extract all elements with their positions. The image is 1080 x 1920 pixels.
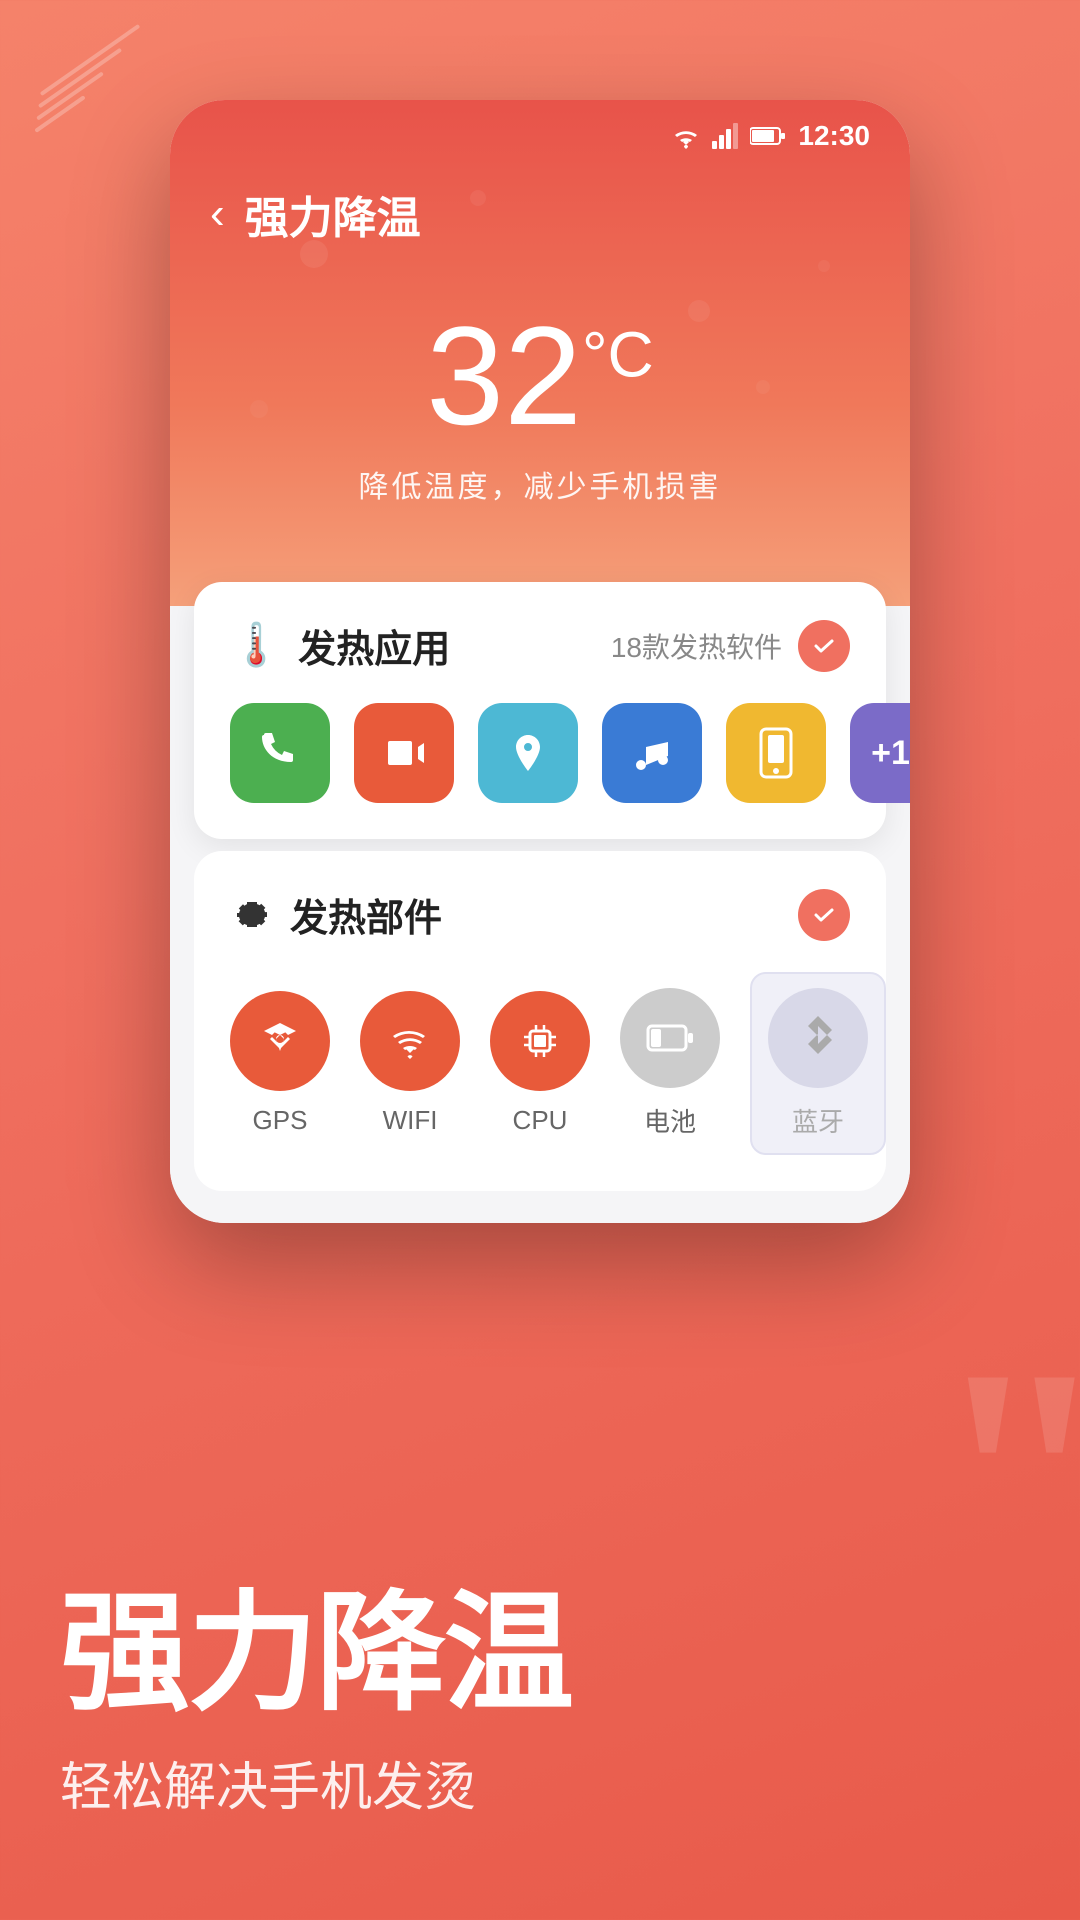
app-icon-phone2[interactable]	[726, 703, 826, 803]
gps-icon	[258, 1019, 302, 1063]
page-title: 强力降温	[245, 182, 421, 246]
wifi-component-icon	[385, 1021, 435, 1061]
music-icon	[630, 731, 674, 775]
bluetooth-icon	[798, 1012, 838, 1064]
phone-screen: 12:30 ‹ 强力降温 32°C 降低温度，减少手机损害 🌡️	[170, 100, 910, 1223]
app-icon-video[interactable]	[354, 703, 454, 803]
status-time: 12:30	[798, 120, 870, 152]
cpu-label: CPU	[513, 1105, 568, 1136]
component-wifi[interactable]: WIFI	[360, 991, 460, 1136]
apps-check-badge[interactable]	[798, 620, 850, 672]
temperature-value: 32°C	[170, 306, 910, 446]
smartphone-icon	[755, 727, 797, 779]
components-card: 发热部件	[194, 851, 886, 1191]
cards-area: 🌡️ 发热应用 18款发热软件	[170, 606, 910, 1223]
video-icon	[382, 731, 426, 775]
apps-header-left: 🌡️ 发热应用	[230, 618, 450, 673]
component-icons-row: GPS WIFI	[230, 972, 850, 1155]
battery-circle	[620, 988, 720, 1088]
temperature-unit: °C	[582, 318, 654, 390]
check-icon	[812, 634, 836, 658]
components-section-header: 发热部件	[230, 887, 850, 942]
temperature-display: 32°C 降低温度，减少手机损害	[170, 266, 910, 536]
component-cpu[interactable]: CPU	[490, 991, 590, 1136]
app-icon-more[interactable]: +12	[850, 703, 910, 803]
apps-header-right: 18款发热软件	[611, 620, 850, 672]
bottom-section: 强力降温 轻松解决手机发烫	[0, 1522, 1080, 1920]
component-battery[interactable]: 电池	[620, 988, 720, 1139]
bubble-6	[756, 380, 770, 394]
app-icon-map[interactable]	[478, 703, 578, 803]
back-button[interactable]: ‹	[210, 189, 225, 239]
check-icon-2	[812, 903, 836, 927]
battery-label: 电池	[644, 1102, 696, 1139]
thermometer-icon: 🌡️	[230, 621, 282, 670]
bluetooth-circle	[768, 988, 868, 1088]
phone-mockup: 12:30 ‹ 强力降温 32°C 降低温度，减少手机损害 🌡️	[170, 100, 910, 1223]
map-icon	[506, 731, 550, 775]
bubble-3	[688, 300, 710, 322]
apps-badge: 18款发热软件	[611, 626, 782, 666]
bubble-2	[470, 190, 486, 206]
phone-icon	[254, 727, 306, 779]
sub-title: 轻松解决手机发烫	[60, 1745, 1020, 1820]
battery-component-icon	[646, 1018, 694, 1058]
apps-card: 🌡️ 发热应用 18款发热软件	[194, 582, 886, 839]
main-title: 强力降温	[60, 1582, 1020, 1725]
component-gps[interactable]: GPS	[230, 991, 330, 1136]
cpu-icon	[516, 1017, 564, 1065]
apps-title: 发热应用	[298, 618, 450, 673]
wifi-circle	[360, 991, 460, 1091]
wifi-status-icon	[670, 123, 702, 149]
bluetooth-label: 蓝牙	[792, 1102, 844, 1139]
wifi-label: WIFI	[383, 1105, 438, 1136]
bubble-5	[250, 400, 268, 418]
cpu-circle	[490, 991, 590, 1091]
app-icons-row: +12	[230, 703, 850, 803]
apps-section-header: 🌡️ 发热应用 18款发热软件	[230, 618, 850, 673]
gear-icon	[230, 893, 274, 937]
bubble-4	[818, 260, 830, 272]
nav-bar: ‹ 强力降温	[170, 162, 910, 266]
background-decoration	[30, 50, 150, 124]
gps-label: GPS	[253, 1105, 308, 1136]
signal-icon	[712, 123, 740, 149]
components-check-badge[interactable]	[798, 889, 850, 941]
components-header-left: 发热部件	[230, 887, 442, 942]
components-title: 发热部件	[290, 887, 442, 942]
status-bar: 12:30	[170, 100, 910, 162]
bubble-1	[300, 240, 328, 268]
component-bluetooth[interactable]: 蓝牙	[750, 972, 886, 1155]
more-count-label: +12	[871, 734, 910, 773]
status-icons	[670, 123, 786, 149]
app-icon-phone[interactable]	[230, 703, 330, 803]
app-icon-music[interactable]	[602, 703, 702, 803]
temperature-subtitle: 降低温度，减少手机损害	[170, 462, 910, 506]
gps-circle	[230, 991, 330, 1091]
battery-status-icon	[750, 126, 786, 146]
